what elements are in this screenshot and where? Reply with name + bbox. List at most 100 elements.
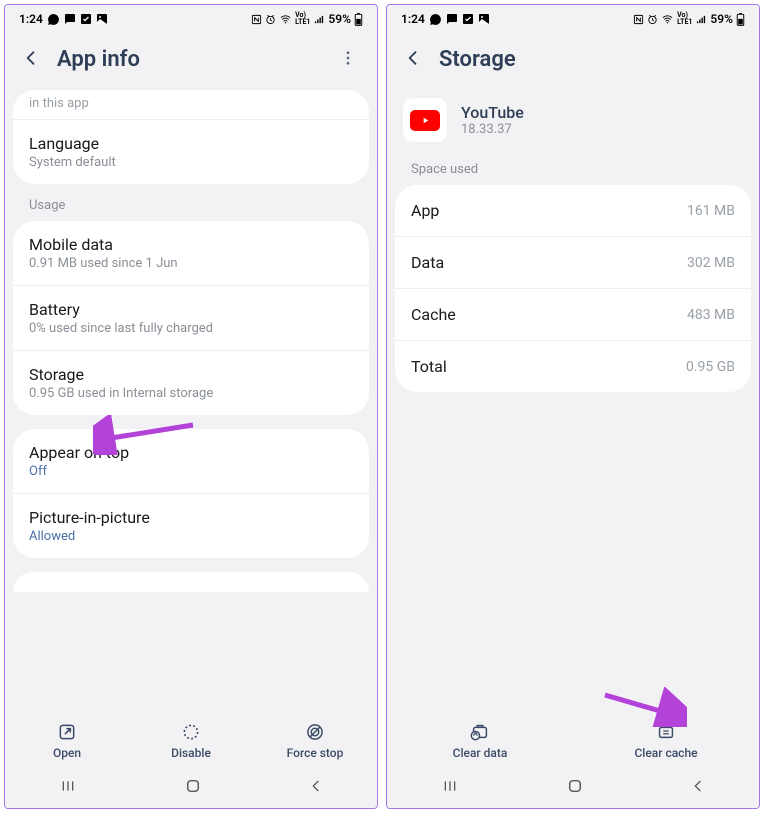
row-sub: 0% used since last fully charged (29, 321, 353, 336)
action-label: Force stop (287, 746, 344, 760)
page-title: App info (57, 47, 140, 72)
nav-back-icon[interactable] (690, 778, 706, 798)
more-icon[interactable] (339, 49, 361, 71)
clear-data-icon (469, 720, 491, 742)
bottom-actions: Clear data Clear cache (387, 708, 759, 768)
image-icon (96, 13, 108, 25)
header: App info (5, 33, 377, 90)
row-title: Picture-in-picture (29, 508, 353, 527)
nav-recents-icon[interactable] (440, 778, 460, 798)
data-value: 0.95 GB (686, 359, 735, 375)
row-app: App 161 MB (395, 185, 751, 237)
action-label: Disable (171, 746, 211, 760)
content-scroll[interactable]: Space used App 161 MB Data 302 MB Cache … (387, 162, 759, 708)
force-stop-icon (305, 722, 325, 742)
alarm-icon (265, 14, 276, 25)
action-label: Clear data (453, 746, 508, 760)
section-space-used: Space used (395, 162, 751, 185)
check-icon (80, 13, 92, 25)
row-storage[interactable]: Storage 0.95 GB used in Internal storage (13, 351, 369, 415)
data-value: 483 MB (687, 307, 735, 323)
phone-right: 1:24 Vo)LTE1 59% Storage YouTube 18.33.3… (386, 4, 760, 809)
nav-home-icon[interactable] (566, 777, 584, 799)
row-appear-on-top[interactable]: Appear on top Off (13, 429, 369, 494)
bottom-actions: Open Disable Force stop (5, 712, 377, 768)
nav-back-icon[interactable] (308, 778, 324, 798)
battery-icon (354, 13, 363, 26)
data-label: Cache (411, 305, 456, 324)
wifi-icon (279, 14, 292, 25)
data-value: 161 MB (687, 203, 735, 219)
data-label: Data (411, 253, 444, 272)
signal-icon (313, 14, 325, 25)
data-value: 302 MB (687, 255, 735, 271)
row-total: Total 0.95 GB (395, 341, 751, 392)
row-sub: Off (29, 464, 353, 479)
back-icon[interactable] (21, 48, 41, 72)
nfc-icon (251, 14, 262, 25)
whatsapp-icon (429, 13, 442, 26)
whatsapp-icon (47, 13, 60, 26)
row-title: Language (29, 134, 353, 153)
youtube-icon (403, 98, 447, 142)
row-sub: 0.91 MB used since 1 Jun (29, 256, 353, 271)
header: Storage (387, 33, 759, 90)
row-data: Data 302 MB (395, 237, 751, 289)
force-stop-button[interactable]: Force stop (253, 722, 377, 760)
disable-icon (181, 722, 201, 742)
back-icon[interactable] (403, 48, 423, 72)
chat-icon (64, 13, 76, 25)
app-name: YouTube (461, 103, 524, 122)
row-mobile-data[interactable]: Mobile data 0.91 MB used since 1 Jun (13, 221, 369, 286)
nav-recents-icon[interactable] (58, 778, 78, 798)
app-header: YouTube 18.33.37 (387, 90, 759, 162)
row-title: Battery (29, 300, 353, 319)
status-bar: 1:24 Vo)LTE1 59% (5, 5, 377, 33)
battery-percent: 59% (328, 12, 351, 26)
chat-icon (446, 13, 458, 25)
row-battery[interactable]: Battery 0% used since last fully charged (13, 286, 369, 351)
battery-percent: 59% (710, 12, 733, 26)
clear-data-button[interactable]: Clear data (387, 720, 573, 760)
card-peek (13, 572, 369, 592)
status-time: 1:24 (19, 12, 43, 26)
disable-button[interactable]: Disable (129, 722, 253, 760)
open-button[interactable]: Open (5, 722, 129, 760)
action-label: Open (53, 746, 81, 760)
row-title: Appear on top (29, 443, 353, 462)
row-title: Mobile data (29, 235, 353, 254)
action-label: Clear cache (634, 746, 697, 760)
nav-bar (387, 768, 759, 808)
nav-home-icon[interactable] (184, 777, 202, 799)
app-version: 18.33.37 (461, 122, 524, 137)
row-cache: Cache 483 MB (395, 289, 751, 341)
status-bar: 1:24 Vo)LTE1 59% (387, 5, 759, 33)
data-label: Total (411, 357, 447, 376)
nfc-icon (633, 14, 644, 25)
battery-icon (736, 13, 745, 26)
section-usage: Usage (13, 198, 369, 221)
page-title: Storage (439, 47, 516, 72)
content-scroll[interactable]: in this app Language System default Usag… (5, 90, 377, 712)
network-label: Vo)LTE1 (677, 12, 692, 26)
wifi-icon (661, 14, 674, 25)
row-sub: Allowed (29, 529, 353, 544)
nav-bar (5, 768, 377, 808)
network-label: Vo)LTE1 (295, 12, 310, 26)
row-sub: System default (29, 155, 353, 170)
data-label: App (411, 201, 439, 220)
signal-icon (695, 14, 707, 25)
row-pip[interactable]: Picture-in-picture Allowed (13, 494, 369, 558)
clear-cache-button[interactable]: Clear cache (573, 720, 759, 760)
row-sub: 0.95 GB used in Internal storage (29, 386, 353, 401)
alarm-icon (647, 14, 658, 25)
status-time: 1:24 (401, 12, 425, 26)
open-icon (57, 722, 77, 742)
truncated-text: in this app (13, 90, 369, 119)
phone-left: 1:24 Vo)LTE1 59% App info in this app (4, 4, 378, 809)
row-title: Storage (29, 365, 353, 384)
image-icon (478, 13, 490, 25)
row-language[interactable]: Language System default (13, 120, 369, 184)
clear-cache-icon (655, 720, 677, 742)
check-icon (462, 13, 474, 25)
